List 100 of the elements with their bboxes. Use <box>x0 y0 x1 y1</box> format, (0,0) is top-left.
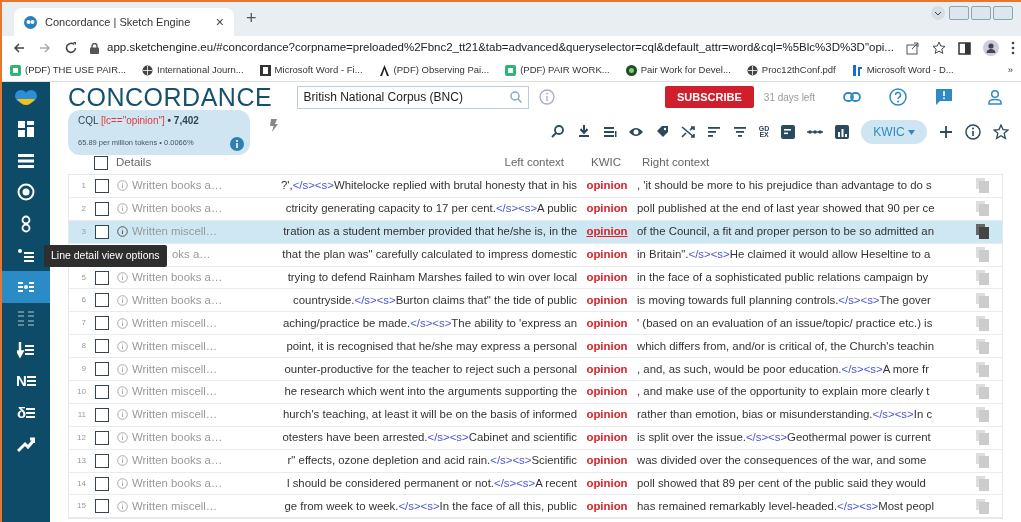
shuffle-icon[interactable] <box>680 125 695 139</box>
keyword-link[interactable]: opinion <box>577 200 637 218</box>
document-info-link[interactable]: Written books a… <box>132 200 223 218</box>
line-number: 8 <box>80 340 87 353</box>
target-icon[interactable] <box>17 183 35 202</box>
lightning-icon[interactable] <box>270 118 278 132</box>
keyword-link[interactable]: opinion <box>577 360 637 378</box>
sidebar-item[interactable]: δ <box>2 397 50 429</box>
tab-close-button[interactable]: × <box>215 11 224 33</box>
new-tab-button[interactable]: + <box>240 5 263 32</box>
row-checkbox[interactable] <box>95 270 109 285</box>
bookmark-link[interactable]: (PDF) PAIR WORK... <box>505 63 610 78</box>
side-panel-icon[interactable] <box>957 41 971 55</box>
row-checkbox[interactable] <box>95 384 109 399</box>
help-icon[interactable] <box>889 88 907 106</box>
row-checkbox[interactable] <box>95 430 109 445</box>
menu-icon[interactable] <box>1010 41 1015 55</box>
bookmark-link[interactable]: (PDF) Observing Pai... <box>378 63 490 78</box>
row-checkbox[interactable] <box>95 407 109 422</box>
keyword-link[interactable]: opinion <box>577 223 637 241</box>
keyword-link[interactable]: opinion <box>577 497 637 515</box>
row-checkbox[interactable] <box>95 476 109 491</box>
bar-chart-icon[interactable] <box>835 125 850 139</box>
row-checkbox[interactable] <box>95 339 109 354</box>
share-icon[interactable] <box>905 41 920 55</box>
bookmark-link[interactable]: (PDF) THE USE PAIR... <box>10 63 126 78</box>
search-icon[interactable] <box>550 125 565 139</box>
user-icon[interactable] <box>987 89 1003 105</box>
list-icon[interactable] <box>602 125 617 139</box>
more-bookmarks-button[interactable]: » <box>1007 63 1013 78</box>
document-info-link[interactable]: Written miscell… <box>132 360 218 378</box>
select-all-checkbox[interactable] <box>94 156 108 170</box>
document-info-link[interactable]: Written books a… <box>132 429 223 447</box>
feedback-icon[interactable] <box>935 88 953 106</box>
tooltip: Line detail view options <box>44 245 167 267</box>
document-info-link[interactable]: Written books a… <box>132 177 223 195</box>
keyword-link[interactable]: opinion <box>577 383 637 401</box>
star-icon[interactable] <box>993 124 1009 140</box>
filter-icon[interactable] <box>732 125 747 139</box>
line-number: 2 <box>80 202 87 215</box>
row-checkbox[interactable] <box>95 224 109 239</box>
document-info-link[interactable]: Written books a… <box>132 268 223 287</box>
link-icon[interactable] <box>843 91 861 103</box>
document-info-link[interactable]: Written miscell… <box>132 383 218 401</box>
document-info-link[interactable]: Written miscell… <box>132 337 218 355</box>
tab-search-icon[interactable] <box>929 6 947 20</box>
back-icon[interactable] <box>12 41 26 55</box>
keyword-link[interactable]: opinion <box>577 268 637 287</box>
bookmark-link[interactable]: International Journ... <box>142 63 244 78</box>
keyword-link[interactable]: opinion <box>577 177 637 195</box>
document-info-link[interactable]: Written books a… <box>132 291 223 309</box>
sort-icon[interactable] <box>706 125 721 139</box>
profile-icon[interactable] <box>982 40 999 56</box>
bookmark-link[interactable]: Pair Work for Devel... <box>625 63 731 78</box>
copy-icon[interactable] <box>976 224 989 240</box>
info-icon[interactable] <box>965 124 981 140</box>
bullet-list-icon[interactable] <box>17 246 35 265</box>
trend-icon[interactable] <box>17 435 35 454</box>
selected-row-highlight[interactable]: 3 Written miscell… tration as a student member provided that he/she is, in the opinion of the Council, a fit and proper person to be so admitted an <box>69 220 1002 244</box>
row-checkbox[interactable] <box>95 178 109 193</box>
right-context-text: poll showed that 89 per cent of the public said they would <box>637 475 927 491</box>
keyword-link[interactable]: opinion <box>577 406 637 424</box>
browser-tab[interactable]: Concordance | Sketch Engine × <box>14 8 234 36</box>
line-number: 15 <box>76 500 87 513</box>
keyword-link[interactable]: opinion <box>577 291 637 309</box>
subscribe-button[interactable]: SUBSCRIBE <box>665 85 754 109</box>
corpus-field[interactable]: British National Corpus (BNC) <box>296 85 530 109</box>
list-icon[interactable] <box>17 151 35 170</box>
dashboard-icon[interactable] <box>17 120 35 139</box>
row-checkbox[interactable] <box>95 201 109 216</box>
sort-icon[interactable] <box>17 340 35 359</box>
keyword-link[interactable]: opinion <box>577 314 637 332</box>
download-icon[interactable] <box>576 125 591 139</box>
keyword-link[interactable]: opinion <box>577 429 637 447</box>
document-info-link[interactable]: Written miscell… <box>132 314 218 332</box>
keyword-link[interactable]: opinion <box>577 452 637 470</box>
row-checkbox[interactable] <box>95 499 109 514</box>
bookmark-link[interactable]: Microsoft Word - Fi... <box>259 63 363 78</box>
row-checkbox[interactable] <box>95 316 109 331</box>
text-box-icon[interactable] <box>781 125 796 139</box>
bookmark-link[interactable]: Microsoft Word - D... <box>851 63 954 78</box>
reload-icon[interactable] <box>64 41 78 55</box>
document-info-link[interactable]: Written books a… <box>132 474 223 493</box>
document-info-link[interactable]: Written miscell… <box>132 497 218 515</box>
view-dropdown-button[interactable]: KWIC <box>861 120 927 144</box>
keyword-link[interactable]: opinion <box>577 337 637 355</box>
row-checkbox[interactable] <box>95 453 109 468</box>
keyword-link[interactable]: opinion <box>577 474 637 493</box>
bookmark-link[interactable]: Proc12thConf.pdf <box>746 63 836 78</box>
star-icon[interactable] <box>931 41 946 55</box>
row-checkbox[interactable] <box>95 362 109 377</box>
document-info-link[interactable]: Written books a… <box>132 452 223 470</box>
document-info-link[interactable]: Written miscell… <box>132 406 218 424</box>
plus-icon[interactable] <box>939 125 953 139</box>
sidebar-item[interactable]: N <box>2 365 50 397</box>
url-text[interactable]: app.sketchengine.eu/#concordance?corpname=preloaded%2Fbnc2_tt21&tab=advanced&queryselector=cql&default_attr=word&cql=%5Blc%3D%3D"opi... <box>107 39 894 57</box>
document-info-link[interactable]: oks a… <box>172 246 211 264</box>
eye-icon[interactable] <box>628 125 643 139</box>
keyword-link[interactable]: opinion <box>577 246 637 264</box>
row-checkbox[interactable] <box>95 293 109 308</box>
